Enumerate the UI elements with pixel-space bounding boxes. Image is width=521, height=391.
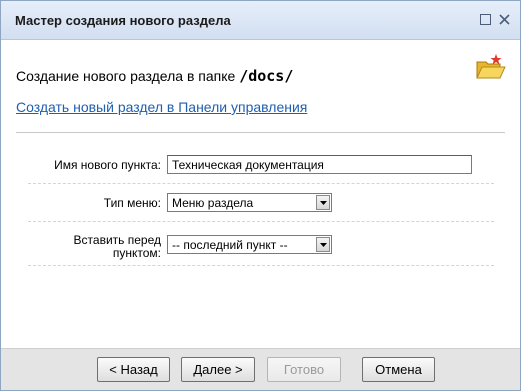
insert-before-select[interactable]: -- последний пункт -- — [167, 235, 332, 254]
next-button[interactable]: Далее > — [181, 357, 255, 382]
button-bar — [1, 348, 520, 390]
insert-before-label: Вставить перед пунктом: — [31, 234, 161, 260]
wizard-dialog: Мастер создания нового раздела Создание … — [0, 0, 521, 391]
section-heading: Создание нового раздела в папке /docs/ — [16, 67, 293, 85]
finish-button[interactable]: Готово — [267, 357, 341, 382]
title-bar[interactable]: Мастер создания нового раздела — [1, 1, 520, 40]
divider — [16, 132, 505, 133]
insert-before-label-line1: Вставить перед — [73, 233, 161, 247]
dialog-title: Мастер создания нового раздела — [15, 13, 231, 28]
maximize-icon[interactable] — [480, 14, 491, 25]
back-button[interactable]: < Назад — [97, 357, 170, 382]
insert-before-value: -- последний пункт -- — [172, 238, 288, 252]
new-folder-icon — [474, 53, 506, 81]
folder-path: /docs/ — [239, 67, 294, 85]
menu-type-select[interactable]: Меню раздела — [167, 193, 332, 212]
insert-before-label-line2: пунктом: — [112, 246, 161, 260]
form-separator — [28, 221, 494, 222]
item-name-input[interactable] — [167, 155, 472, 174]
item-name-label: Имя нового пункта: — [54, 158, 161, 172]
chevron-down-icon[interactable] — [316, 237, 330, 252]
menu-type-label: Тип меню: — [103, 196, 161, 210]
menu-type-value: Меню раздела — [172, 196, 254, 210]
heading-text: Создание нового раздела в папке — [16, 68, 236, 84]
chevron-down-icon[interactable] — [316, 195, 330, 210]
control-panel-link[interactable]: Создать новый раздел в Панели управления — [16, 99, 307, 115]
cancel-button[interactable]: Отмена — [362, 357, 435, 382]
close-icon[interactable] — [499, 14, 510, 25]
form-separator — [28, 183, 494, 184]
form-separator — [28, 265, 494, 266]
